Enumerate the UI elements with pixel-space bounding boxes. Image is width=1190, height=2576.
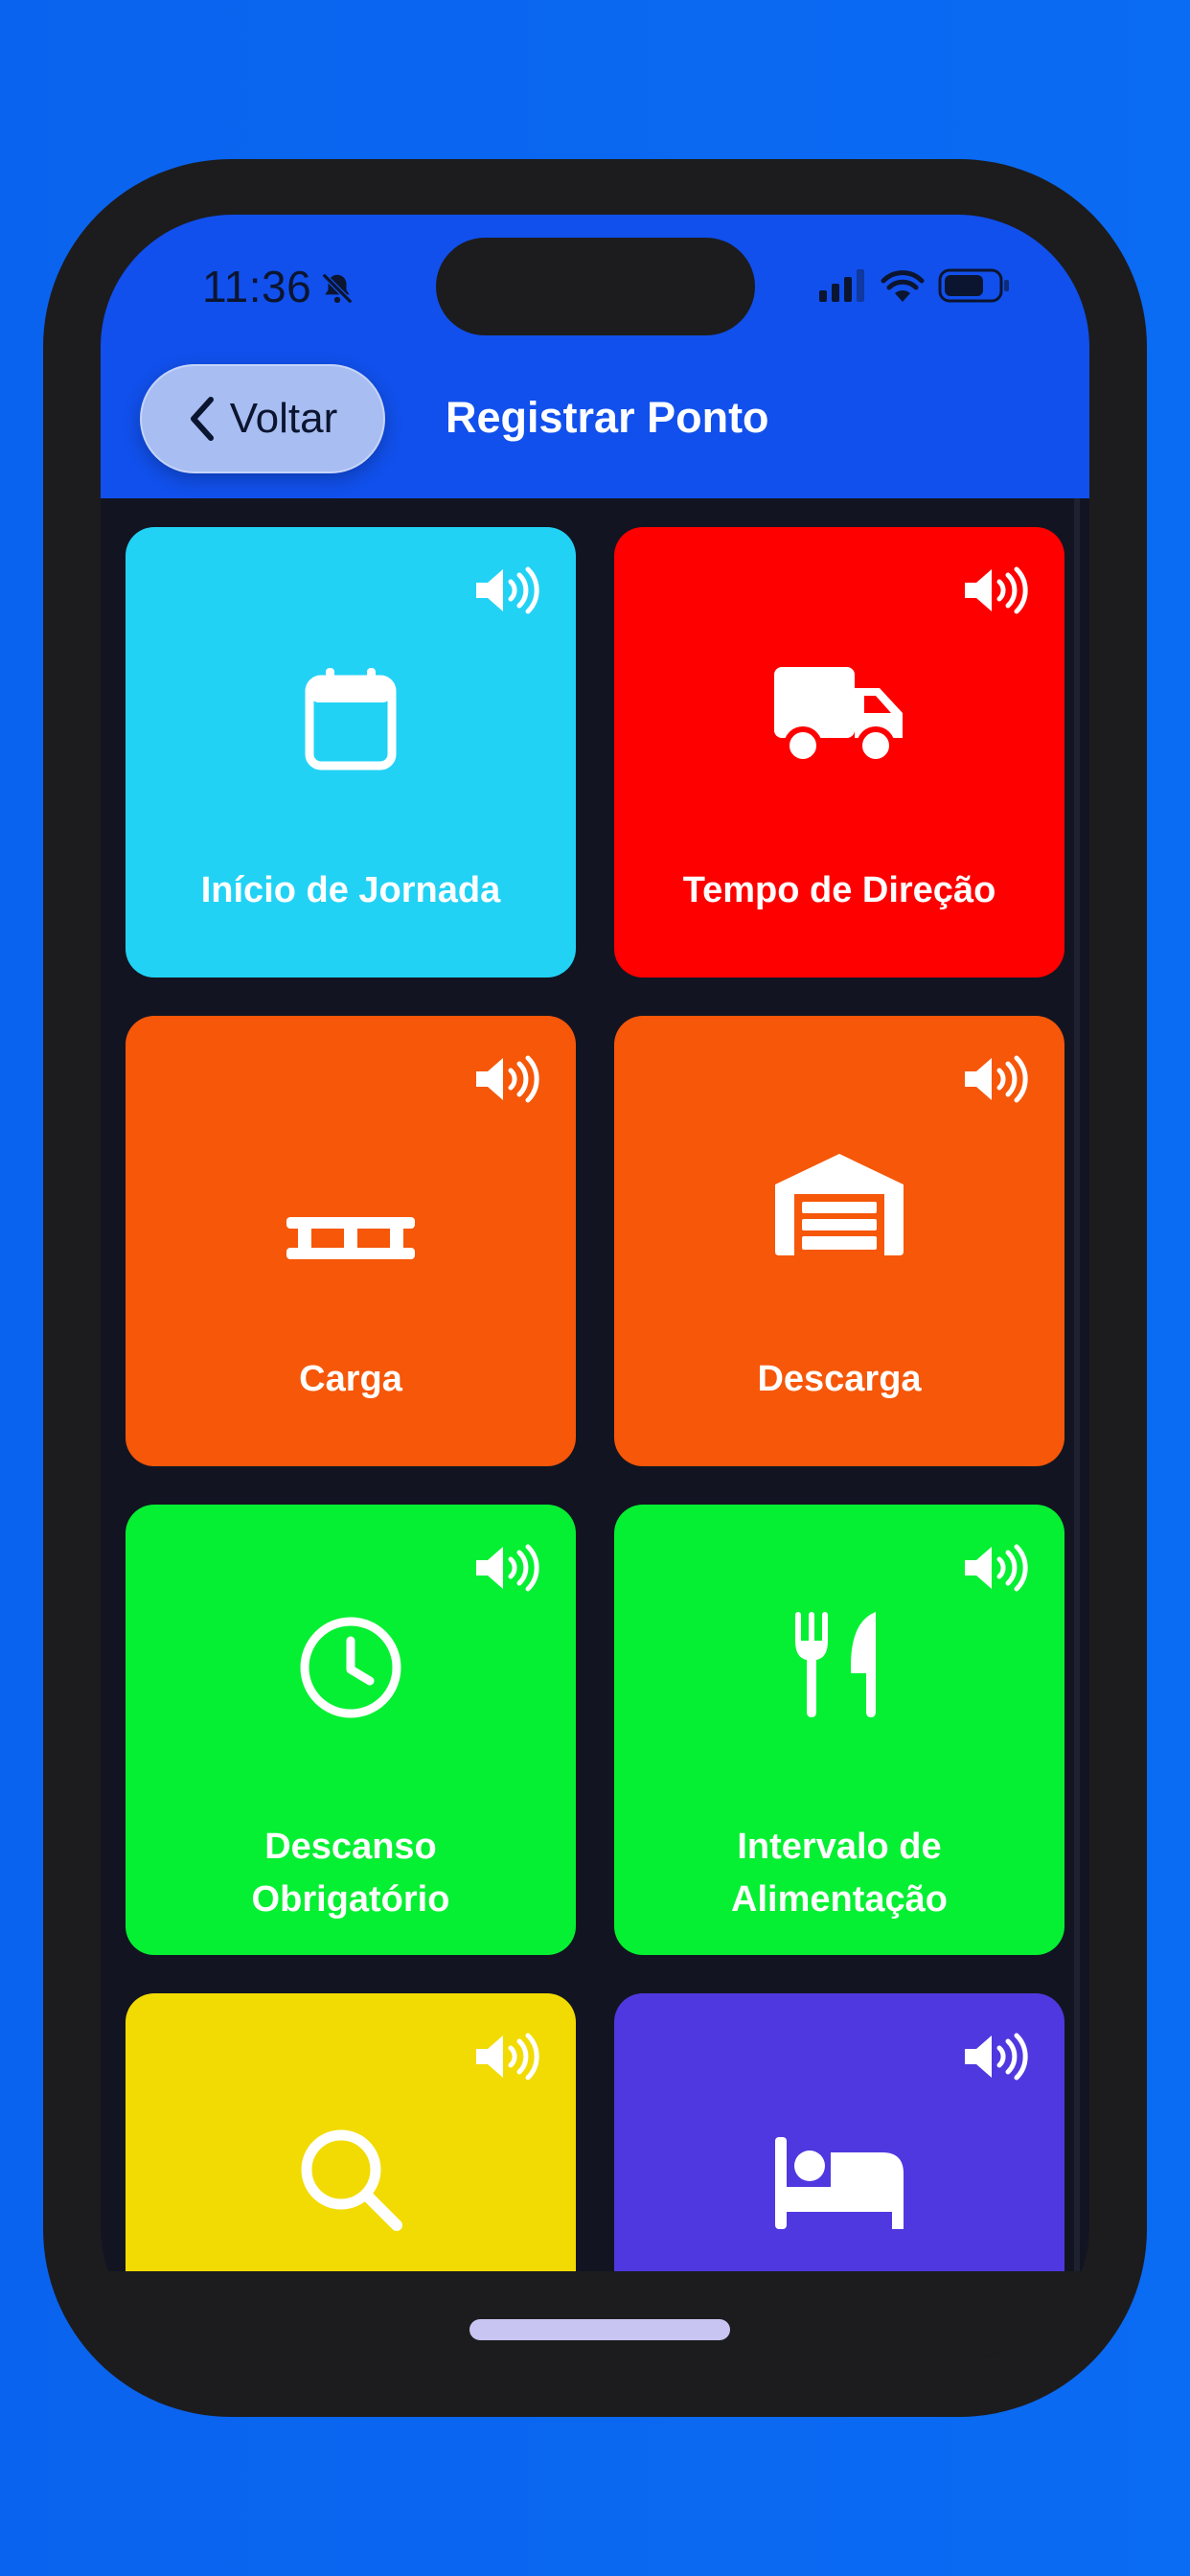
truck-icon <box>774 667 903 765</box>
tile-label: Descanso Obrigatório <box>126 1821 576 1926</box>
cellular-signal-icon <box>819 269 864 302</box>
chevron-left-icon <box>190 397 214 441</box>
bed-icon <box>775 2137 904 2229</box>
back-button[interactable]: Voltar <box>140 364 385 473</box>
speaker-icon[interactable] <box>963 1054 1030 1104</box>
search-icon <box>301 2129 402 2231</box>
bottom-safe-area <box>101 2271 1089 2359</box>
tile-label-line: Descanso <box>264 1827 437 1867</box>
tile-repouso[interactable] <box>614 1993 1064 2271</box>
tile-intervalo-de-alimentacao[interactable]: Intervalo de Alimentação <box>614 1505 1064 1955</box>
tile-label: Início de Jornada <box>200 870 501 910</box>
speaker-icon[interactable] <box>474 1543 541 1593</box>
wifi-icon <box>881 270 925 302</box>
tile-descarga[interactable]: Descarga <box>614 1016 1064 1466</box>
calendar-icon <box>305 668 397 770</box>
tile-label-line: Intervalo de <box>737 1827 942 1867</box>
dynamic-island <box>436 238 755 335</box>
action-grid: Início de Jornada Tempo de Direção Carga… <box>101 498 1089 2271</box>
speaker-icon[interactable] <box>963 565 1030 615</box>
home-indicator[interactable] <box>469 2319 730 2340</box>
tile-label-line: Obrigatório <box>251 1879 450 1920</box>
scroll-track <box>1074 498 1080 2271</box>
status-time: 11:36 <box>202 262 312 311</box>
tile-descanso-obrigatorio[interactable]: Descanso Obrigatório <box>126 1505 576 1955</box>
tile-label: Carga <box>299 1359 402 1399</box>
speaker-icon[interactable] <box>963 2032 1030 2082</box>
page-title: Registrar Ponto <box>446 393 769 442</box>
tile-inspecao[interactable] <box>126 1993 576 2271</box>
phone-frame: 11:36 Voltar Registrar Ponto Início de J… <box>43 159 1147 2417</box>
tile-label: Intervalo de Alimentação <box>614 1821 1064 1926</box>
tile-tempo-de-direcao[interactable]: Tempo de Direção <box>614 527 1064 978</box>
utensils-icon <box>795 1612 876 1717</box>
speaker-icon[interactable] <box>963 1543 1030 1593</box>
app-header: 11:36 Voltar Registrar Ponto <box>101 215 1089 498</box>
pallet-icon <box>286 1217 415 1259</box>
clock-icon <box>300 1617 401 1718</box>
tile-carga[interactable]: Carga <box>126 1016 576 1466</box>
tile-label: Descarga <box>757 1359 922 1399</box>
battery-icon <box>938 268 1009 303</box>
speaker-icon[interactable] <box>474 2032 541 2082</box>
warehouse-icon <box>775 1154 904 1255</box>
back-button-label: Voltar <box>229 395 338 442</box>
tile-label: Tempo de Direção <box>682 870 996 910</box>
speaker-icon[interactable] <box>474 1054 541 1104</box>
tile-label-line: Alimentação <box>731 1879 948 1920</box>
tile-inicio-de-jornada[interactable]: Início de Jornada <box>126 527 576 978</box>
status-icons <box>819 268 1011 303</box>
app-screen: 11:36 Voltar Registrar Ponto Início de J… <box>101 215 1089 2359</box>
bell-slash-icon <box>321 272 354 305</box>
speaker-icon[interactable] <box>474 565 541 615</box>
